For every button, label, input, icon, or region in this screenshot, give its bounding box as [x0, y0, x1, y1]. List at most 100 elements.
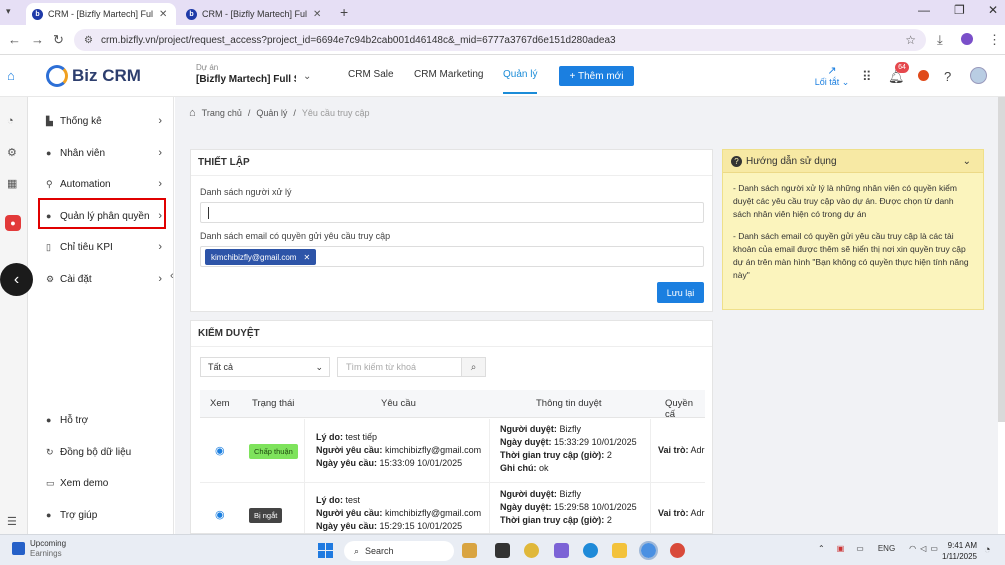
guide-header[interactable]: ? Hướng dẫn sử dụng ⌄: [723, 150, 983, 173]
shortcut-button[interactable]: ↗ Lối tắt ⌄: [814, 64, 850, 88]
profile-icon[interactable]: [961, 33, 973, 45]
reload-icon[interactable]: ↻: [53, 32, 64, 48]
tab-search-icon[interactable]: ▾: [6, 6, 11, 17]
widgets-app-icon[interactable]: [462, 543, 477, 558]
chrome-profile-icon[interactable]: [639, 541, 658, 560]
list-icon[interactable]: ☰: [7, 515, 17, 528]
forward-icon[interactable]: →: [31, 32, 44, 47]
breadcrumb: ⌂ Trang chủ / Quản lý / Yêu cầu truy cập: [189, 107, 370, 119]
chevron-right-icon: ›: [158, 178, 162, 190]
language-indicator[interactable]: ENG: [878, 544, 895, 553]
taskbar: Upcoming Earnings ⌕ Search ⌃ ▣ ▭ ENG ◠ ◁…: [0, 534, 1005, 565]
record-icon[interactable]: [918, 70, 929, 81]
breadcrumb-quan-ly[interactable]: Quản lý: [256, 108, 287, 118]
minimize-icon[interactable]: —: [918, 3, 930, 17]
eye-icon[interactable]: ◉: [215, 508, 225, 521]
back-icon[interactable]: ←: [8, 32, 21, 47]
kpi-icon: ▯: [46, 241, 51, 252]
automation-icon: ⚲: [46, 178, 53, 189]
file-explorer-icon[interactable]: [612, 543, 627, 558]
emails-input[interactable]: kimchibizfly@gmail.com ✕: [200, 246, 704, 267]
breadcrumb-home[interactable]: Trang chủ: [202, 108, 242, 118]
user-icon: ●: [46, 148, 52, 158]
close-window-icon[interactable]: ✕: [988, 3, 998, 17]
wifi-icon[interactable]: ◠: [909, 544, 916, 553]
tray-device-icon[interactable]: ▭: [856, 544, 864, 553]
help-circle-icon[interactable]: ?: [944, 69, 951, 84]
sidebar-item-ho-tro[interactable]: ● Hỗ trợ: [46, 410, 166, 430]
chevron-down-icon[interactable]: ⌄: [303, 71, 311, 82]
overlay-back-button[interactable]: ‹: [0, 263, 33, 296]
record-app-icon[interactable]: ●: [5, 215, 21, 231]
sidebar-item-xem-demo[interactable]: ▭ Xem demo: [46, 473, 166, 493]
status-badge: Chấp thuận: [249, 444, 298, 459]
avatar[interactable]: [970, 67, 987, 84]
nav-crm-sale[interactable]: CRM Sale: [348, 69, 394, 80]
chevron-right-icon: ›: [158, 147, 162, 159]
nav-crm-marketing[interactable]: CRM Marketing: [414, 69, 483, 80]
sidebar-item-dong-bo-du-lieu[interactable]: ↻ Đồng bộ dữ liệu: [46, 442, 166, 462]
clock[interactable]: 9:41 AM 1/11/2025: [935, 540, 977, 562]
sidebar-item-thong-ke[interactable]: ▙ Thống kê ›: [46, 111, 166, 131]
windows-start-icon[interactable]: [318, 543, 333, 558]
download-icon[interactable]: ⤓: [937, 32, 943, 48]
review-card: KIỂM DUYỆT Tất cả ⌄ Tìm kiếm từ khoá ⌕ X…: [190, 320, 713, 534]
grid-icon[interactable]: ▦: [7, 177, 17, 190]
edge-icon[interactable]: [583, 543, 598, 558]
nav-quan-ly[interactable]: Quản lý: [503, 69, 538, 94]
apps-grid-icon[interactable]: ⠿: [862, 69, 872, 85]
settings-icon[interactable]: ⚙: [7, 146, 17, 159]
col-quyen-cap: Quyền cấ: [665, 398, 693, 420]
chevron-down-icon[interactable]: ⌄: [963, 156, 971, 167]
sidebar-item-chi-tieu-kpi[interactable]: ▯ Chỉ tiêu KPI ›: [46, 237, 166, 257]
save-button[interactable]: Lưu lại: [657, 282, 704, 303]
chrome-app-icon[interactable]: [670, 543, 685, 558]
close-tab-icon[interactable]: ✕: [159, 9, 167, 20]
notification-center-icon[interactable]: ◔: [984, 544, 991, 556]
setup-title: THIẾT LẬP: [191, 150, 712, 176]
page-scrollbar[interactable]: [998, 97, 1005, 422]
col-thong-tin-duyet: Thông tin duyệt: [536, 398, 602, 409]
remove-chip-icon[interactable]: ✕: [303, 253, 310, 262]
volume-icon[interactable]: ◁: [920, 544, 926, 553]
status-filter-select[interactable]: Tất cả ⌄: [200, 357, 330, 377]
browser-toolbar: ← → ↻ ⚙ crm.bizfly.vn/project/request_ac…: [0, 25, 1005, 55]
taskbar-search[interactable]: ⌕ Search: [344, 541, 454, 561]
widgets-button[interactable]: Upcoming Earnings: [12, 539, 66, 559]
sidebar-item-tro-giup[interactable]: ● Trợ giúp: [46, 505, 166, 525]
sidebar-item-automation[interactable]: ⚲ Automation ›: [46, 174, 166, 194]
browser-tab[interactable]: b CRM - [Bizfly Martech] Full Solut ✕: [180, 3, 330, 25]
sidebar-item-cai-dat[interactable]: ⚙ Cài đặt ›: [46, 269, 166, 289]
copilot-icon[interactable]: [554, 543, 569, 558]
task-view-icon[interactable]: [495, 543, 510, 558]
search-icon: ⌕: [470, 361, 477, 373]
add-new-button[interactable]: + Thêm mới: [559, 66, 634, 86]
new-tab-icon[interactable]: +: [340, 4, 348, 20]
collapse-sidebar-icon[interactable]: ‹: [170, 270, 174, 282]
handlers-input[interactable]: [200, 202, 704, 223]
close-tab-icon[interactable]: ✕: [313, 9, 321, 20]
status-badge: Bị ngắt: [249, 508, 283, 523]
home-icon[interactable]: ⌂: [7, 68, 15, 83]
site-info-icon[interactable]: ⚙: [84, 35, 93, 46]
chrome-icon[interactable]: [524, 543, 539, 558]
tray-app-icon[interactable]: ▣: [837, 544, 845, 553]
tray-chevron-icon[interactable]: ⌃: [818, 544, 825, 553]
setup-card: THIẾT LẬP Danh sách người xử lý Danh sác…: [190, 149, 713, 312]
support-icon: ●: [46, 415, 52, 425]
project-selector[interactable]: Dự án [Bizfly Martech] Full Solut: [196, 63, 296, 85]
dashboard-icon[interactable]: ◔: [7, 115, 14, 127]
home-icon[interactable]: ⌂: [189, 107, 196, 119]
browser-menu-icon[interactable]: ⋮: [988, 32, 1001, 48]
notification-badge: 64: [895, 62, 909, 73]
bizcrm-logo[interactable]: Biz CRM: [46, 65, 141, 87]
access-duration: Thời gian truy cập (giờ): 2: [500, 450, 612, 460]
sidebar-item-nhan-vien[interactable]: ● Nhân viên ›: [46, 143, 166, 163]
search-button[interactable]: ⌕: [461, 357, 486, 377]
eye-icon[interactable]: ◉: [215, 444, 225, 457]
browser-tab-active[interactable]: b CRM - [Bizfly Martech] Full Solut ✕: [26, 3, 176, 25]
restore-icon[interactable]: ❐: [954, 3, 965, 17]
bookmark-star-icon[interactable]: ☆: [905, 33, 916, 47]
address-bar[interactable]: ⚙ crm.bizfly.vn/project/request_access?p…: [74, 29, 926, 51]
approver: Người duyệt: Bizfly: [500, 489, 581, 499]
